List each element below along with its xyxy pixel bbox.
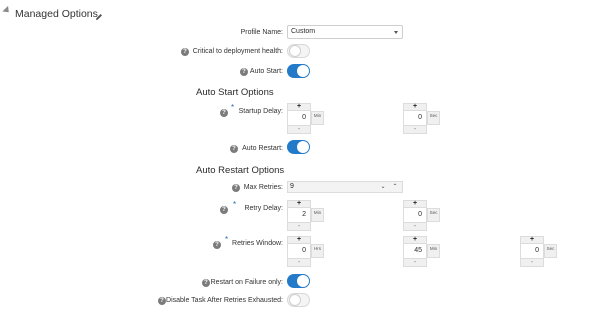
retry-delay-sec-value[interactable]: 0	[403, 208, 427, 222]
decrement-button[interactable]: -	[403, 258, 427, 267]
decrement-button[interactable]: -	[287, 125, 311, 134]
retries-window-hrs-spinner: + 0 -	[287, 236, 311, 270]
decrement-button[interactable]: -	[520, 258, 544, 267]
increment-button[interactable]: +	[403, 200, 427, 208]
auto-start-options-heading: Auto Start Options	[196, 87, 274, 98]
disable-task-label: Disable Task After Retries Exhausted:	[166, 297, 283, 304]
restart-on-failure-label: Restart on Failure only:	[210, 279, 283, 286]
toggle-knob	[289, 45, 301, 57]
hrs-unit-label: Hrs	[311, 244, 324, 258]
toggle-knob	[297, 65, 309, 77]
sec-unit-label: Sec	[427, 111, 440, 125]
auto-restart-label: Auto Restart:	[242, 145, 283, 152]
retry-delay-min-value[interactable]: 2	[287, 208, 311, 222]
sec-unit-label: Sec	[427, 208, 440, 222]
restart-on-failure-toggle[interactable]	[287, 274, 310, 288]
toggle-knob	[297, 141, 309, 153]
startup-delay-sec-spinner: + 0 -	[403, 103, 427, 137]
profile-name-label: Profile Name:	[240, 29, 283, 36]
startup-delay-label: Startup Delay:	[238, 108, 283, 115]
max-retries-value: 9	[290, 183, 294, 190]
toggle-knob	[289, 294, 301, 306]
pencil-icon[interactable]	[95, 8, 103, 26]
retry-delay-label: Retry Delay:	[244, 205, 283, 212]
chevron-up-icon[interactable]: ⌃	[389, 182, 401, 192]
increment-button[interactable]: +	[287, 103, 311, 111]
increment-button[interactable]: +	[403, 236, 427, 244]
increment-button[interactable]: +	[403, 103, 427, 111]
decrement-button[interactable]: -	[403, 125, 427, 134]
section-title: Managed Options	[15, 8, 98, 20]
decrement-button[interactable]: -	[287, 258, 311, 267]
profile-name-value: Custom	[291, 28, 316, 35]
min-unit-label: Min	[311, 208, 324, 222]
retries-window-label: Retries Window:	[232, 240, 283, 247]
auto-start-toggle[interactable]	[287, 64, 310, 78]
profile-name-select[interactable]: Custom	[287, 25, 403, 39]
auto-restart-options-heading: Auto Restart Options	[196, 165, 285, 176]
auto-start-label: Auto Start:	[249, 68, 283, 75]
max-retries-input[interactable]: 9 ⌄ ⌃	[287, 181, 403, 193]
retries-window-min-spinner: + 45 -	[403, 236, 427, 270]
retries-window-hrs-value[interactable]: 0	[287, 244, 311, 258]
retry-delay-min-spinner: + 2 -	[287, 200, 311, 234]
decrement-button[interactable]: -	[403, 222, 427, 231]
chevron-down-icon[interactable]: ⌄	[377, 182, 389, 192]
retries-window-sec-spinner: + 0 -	[520, 236, 544, 270]
increment-button[interactable]: +	[287, 200, 311, 208]
startup-delay-min-value[interactable]: 0	[287, 111, 311, 125]
max-retries-label: Max Retries:	[243, 184, 283, 191]
decrement-button[interactable]: -	[287, 222, 311, 231]
critical-toggle[interactable]	[287, 44, 310, 58]
collapse-triangle-icon[interactable]	[2, 5, 12, 16]
startup-delay-sec-value[interactable]: 0	[403, 111, 427, 125]
toggle-knob	[297, 275, 309, 287]
retry-delay-sec-spinner: + 0 -	[403, 200, 427, 234]
retries-window-sec-value[interactable]: 0	[520, 244, 544, 258]
auto-restart-toggle[interactable]	[287, 140, 310, 154]
startup-delay-min-spinner: + 0 -	[287, 103, 311, 137]
critical-label: Critical to deployment health:	[192, 48, 283, 55]
chevron-down-icon	[394, 31, 398, 34]
increment-button[interactable]: +	[287, 236, 311, 244]
retries-window-min-value[interactable]: 45	[403, 244, 427, 258]
min-unit-label: Min	[427, 244, 440, 258]
sec-unit-label: Sec	[544, 244, 557, 258]
min-unit-label: Min	[311, 111, 324, 125]
disable-task-toggle[interactable]	[287, 293, 310, 307]
increment-button[interactable]: +	[520, 236, 544, 244]
